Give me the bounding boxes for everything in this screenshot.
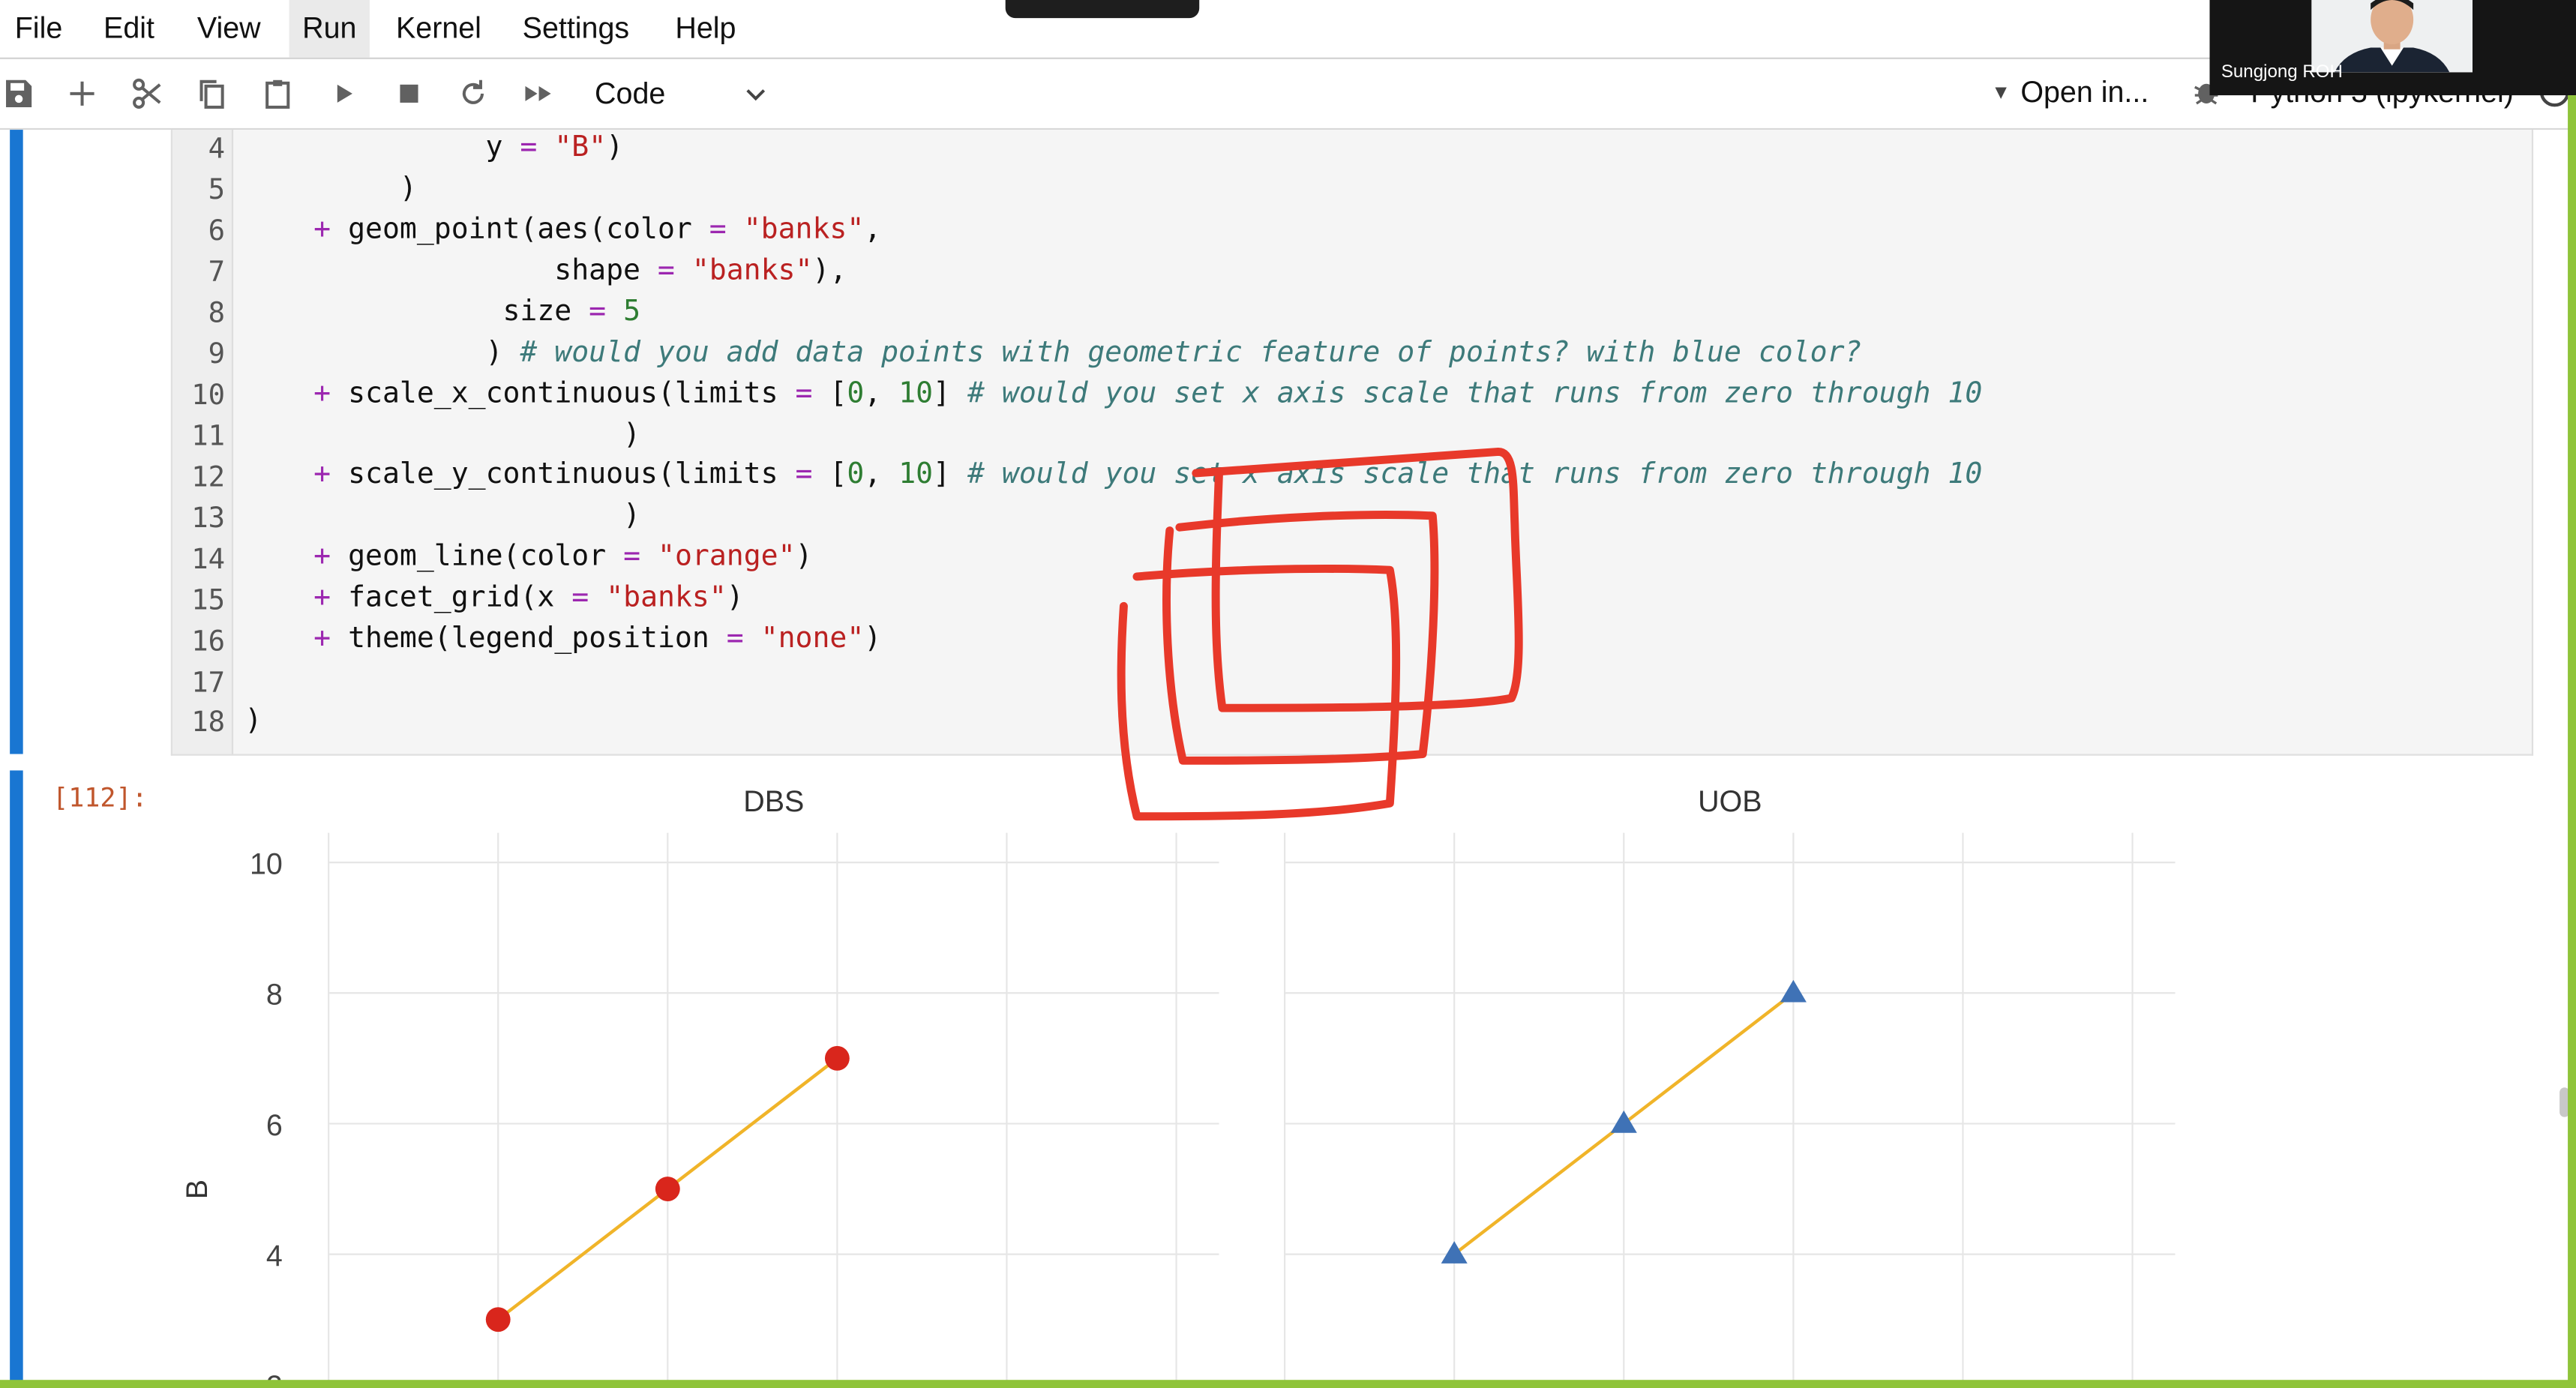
y-tick-label: 10 — [250, 847, 283, 880]
jupyter-app: File Edit View Run Kernel Settings Help — [0, 0, 2576, 1388]
menubar: File Edit View Run Kernel Settings Help — [0, 0, 2576, 59]
menu-edit[interactable]: Edit — [90, 0, 167, 58]
open-in-label: Open in... — [2020, 75, 2149, 109]
stop-icon[interactable] — [391, 76, 427, 112]
cut-icon[interactable] — [130, 76, 166, 112]
menu-settings[interactable]: Settings — [509, 0, 643, 58]
y-tick-label: 4 — [266, 1240, 283, 1273]
facet-chart: 108642BDBS UOB — [181, 785, 2176, 1388]
share-frame-right — [2568, 95, 2576, 1388]
participant-photo — [2311, 0, 2473, 73]
save-icon[interactable] — [0, 76, 36, 112]
notebook-toolbar: Code ▼Open in... Python 3 (ipykernel) — [0, 58, 2576, 130]
share-frame-bottom — [0, 1380, 2576, 1388]
cell-type-select[interactable]: Code — [585, 72, 779, 115]
menu-help[interactable]: Help — [662, 0, 749, 58]
open-in-button[interactable]: ▼ Open in... — [1991, 76, 2149, 110]
y-axis-label: B — [181, 1180, 214, 1199]
facet-title: DBS — [743, 785, 804, 818]
menu-file[interactable]: File — [1, 0, 76, 58]
data-point — [824, 1045, 850, 1071]
caret-down-icon: ▼ — [1991, 80, 2011, 104]
copy-icon[interactable] — [194, 76, 230, 112]
data-point — [655, 1177, 680, 1201]
restart-icon[interactable] — [455, 76, 491, 112]
data-point — [485, 1307, 511, 1333]
menu-run[interactable]: Run — [289, 0, 370, 58]
menu-view[interactable]: View — [184, 0, 274, 58]
data-point — [1441, 1241, 1468, 1264]
screen-share-tab — [1005, 0, 1200, 19]
menu-kernel[interactable]: Kernel — [382, 0, 494, 58]
fast-forward-icon[interactable] — [520, 76, 556, 112]
facet-title: UOB — [1698, 785, 1762, 818]
notebook-panel: 4 5 6 7 8 9 10 11 12 13 14 15 16 17 18 y… — [0, 130, 2576, 1388]
data-point — [1780, 979, 1807, 1003]
chevron-down-icon — [746, 89, 766, 101]
paste-icon[interactable] — [259, 76, 295, 112]
participant-name: Sungjong ROH — [2221, 62, 2343, 82]
add-cell-icon[interactable] — [64, 76, 100, 112]
data-point — [1610, 1110, 1637, 1133]
y-tick-label: 6 — [266, 1109, 283, 1142]
cell-type-label: Code — [595, 76, 666, 110]
run-icon[interactable] — [325, 76, 361, 112]
y-tick-label: 8 — [266, 979, 283, 1012]
video-tile: Sungjong ROH — [2209, 0, 2576, 96]
